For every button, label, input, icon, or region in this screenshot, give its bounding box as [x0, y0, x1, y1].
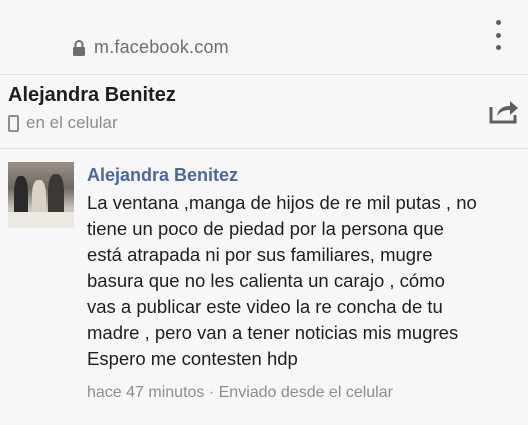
facebook-mobile-page: m.facebook.com Alejandra Benitez en el c… [0, 0, 528, 425]
mobile-phone-icon [8, 114, 19, 132]
comment-post: Alejandra Benitez La ventana ,manga de h… [0, 150, 528, 425]
url-text: m.facebook.com [94, 37, 229, 57]
message-line: tiene un poco de piedad por la persona q… [87, 218, 444, 239]
post-meta: hace 47 minutos · Enviado desde el celul… [87, 384, 393, 401]
post-author[interactable]: Alejandra Benitez [87, 165, 238, 186]
message-line: La ventana ,manga de hijos de re mil put… [87, 192, 477, 213]
more-vertical-icon[interactable] [488, 20, 508, 50]
divider [0, 148, 528, 149]
message-line: está atrapada ni por sus familiares, mug… [87, 244, 433, 265]
profile-name[interactable]: Alejandra Benitez [8, 84, 176, 107]
profile-subline: en el celular [8, 113, 118, 133]
message-line: Espero me contesten hdp [87, 348, 298, 369]
profile-subline-text: en el celular [26, 113, 118, 132]
browser-url-bar: m.facebook.com [0, 0, 528, 74]
avatar[interactable] [8, 162, 74, 228]
message-line: basura que no les calienta un carajo , c… [87, 270, 445, 291]
profile-header: Alejandra Benitez en el celular [0, 75, 528, 148]
message-line: madre , pero van a tener noticias mis mu… [87, 322, 459, 343]
share-icon[interactable] [488, 97, 520, 125]
post-message: La ventana ,manga de hijos de re mil put… [87, 190, 521, 372]
address-field[interactable]: m.facebook.com [72, 37, 229, 58]
lock-icon [73, 39, 85, 56]
message-line: vas a publicar este video la re concha d… [87, 296, 443, 317]
